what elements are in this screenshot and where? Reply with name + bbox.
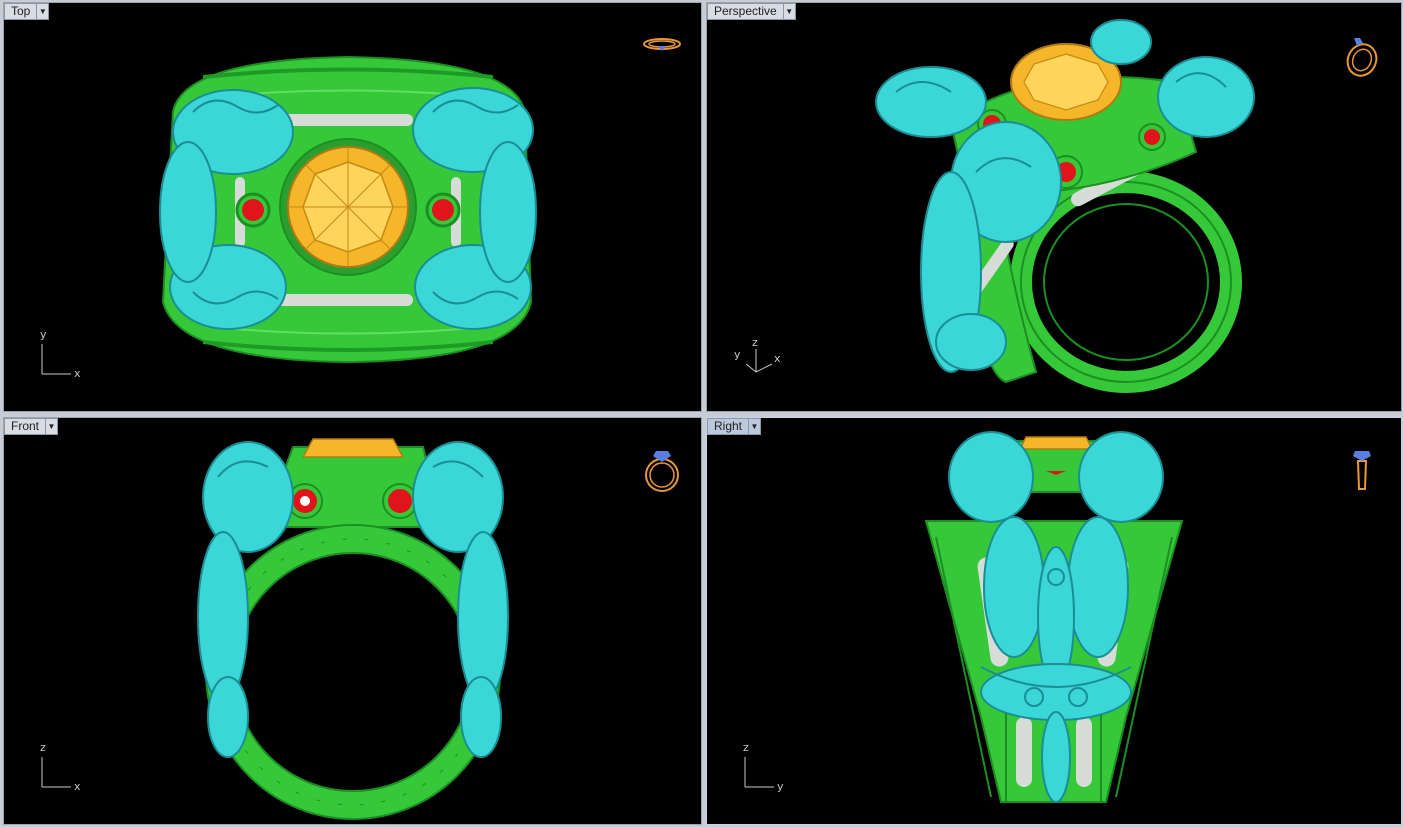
ring-render-perspective [875,19,1255,393]
viewport-title-label[interactable]: Top [4,3,37,20]
axis-indicator: z x [39,741,89,797]
ring-orientation-icon[interactable] [1340,30,1384,80]
chevron-down-icon[interactable]: ▼ [45,418,59,435]
axis-label-z: z [40,741,46,754]
axis-label-x: x [774,352,781,365]
viewport-title-label[interactable]: Right [707,418,749,435]
viewport-title-perspective[interactable]: Perspective ▼ [707,3,796,20]
axis-label-y: y [777,780,784,793]
ring-orientation-icon[interactable] [640,445,684,495]
chevron-down-icon[interactable]: ▼ [748,418,762,435]
axis-indicator: z y [742,741,792,797]
viewport-title-right[interactable]: Right ▼ [707,418,762,435]
axis-label-x: x [74,780,81,793]
chevron-down-icon[interactable]: ▼ [782,3,796,20]
axis-indicator: z y x [734,334,792,384]
viewport-top[interactable]: Top ▼ y x [3,2,702,412]
ring-render-right [924,431,1184,803]
axis-indicator: y x [39,328,89,384]
ring-orientation-icon[interactable] [1340,445,1384,495]
viewport-title-label[interactable]: Perspective [707,3,783,20]
viewport-title-front[interactable]: Front ▼ [4,418,59,435]
viewport-title-label[interactable]: Front [4,418,46,435]
viewport-title-top[interactable]: Top ▼ [4,3,50,20]
chevron-down-icon[interactable]: ▼ [36,3,50,20]
ring-render-front [197,438,509,820]
axis-label-x: x [74,367,81,380]
axis-label-z: z [743,741,749,754]
axis-label-y: y [734,348,741,361]
ring-orientation-icon[interactable] [640,30,684,80]
viewport-right[interactable]: Right ▼ z y [706,417,1402,825]
axis-label-y: y [40,328,47,341]
viewport-perspective[interactable]: Perspective ▼ z y x [706,2,1402,412]
viewport-front[interactable]: Front ▼ z x [3,417,702,825]
axis-label-z: z [752,336,758,349]
ring-render-top [159,55,537,364]
